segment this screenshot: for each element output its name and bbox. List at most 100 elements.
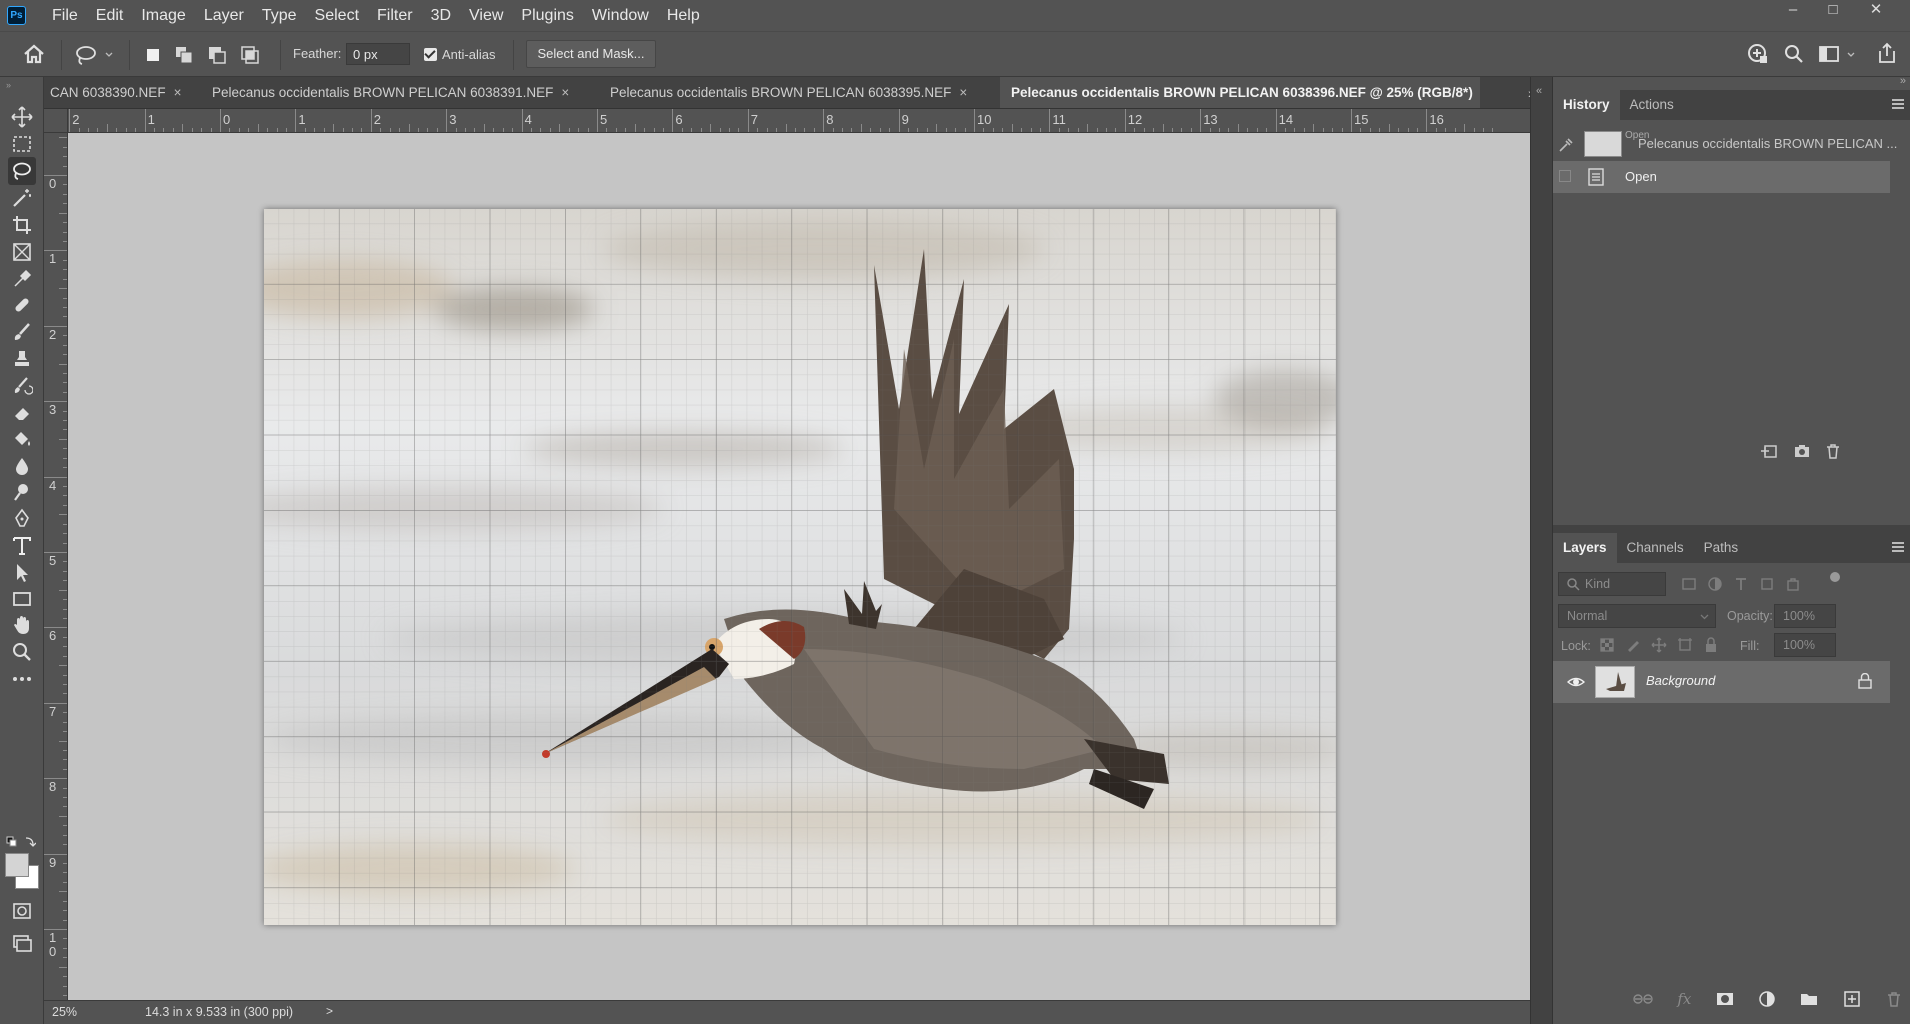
opacity-field[interactable]: 100% [1774, 604, 1836, 628]
new-document-from-state-button[interactable] [1758, 440, 1780, 462]
fill-field[interactable]: 100% [1774, 633, 1836, 657]
share-button[interactable] [1876, 41, 1898, 65]
marquee-tool[interactable] [8, 130, 36, 158]
healing-brush-tool[interactable] [8, 291, 36, 319]
layer-row[interactable]: Background [1553, 661, 1890, 703]
frame-tool[interactable] [8, 238, 36, 266]
new-group-icon[interactable] [1800, 991, 1818, 1007]
history-source-box[interactable] [1559, 170, 1571, 182]
menu-select[interactable]: Select [306, 0, 368, 31]
intersect-selection-button[interactable] [240, 45, 260, 65]
menu-image[interactable]: Image [132, 0, 194, 31]
filter-toggle[interactable] [1830, 572, 1840, 582]
foreground-color-swatch[interactable] [5, 853, 29, 877]
zoom-tool[interactable] [8, 638, 36, 666]
eye-icon[interactable] [1567, 673, 1585, 691]
menu-type[interactable]: Type [253, 0, 306, 31]
new-layer-icon[interactable] [1843, 990, 1861, 1008]
zoom-level-field[interactable]: 25% [52, 1004, 102, 1021]
delete-state-button[interactable] [1822, 440, 1844, 462]
document-tab[interactable]: Pelecanus occidentalis BROWN PELICAN 603… [212, 77, 606, 108]
menu-3d[interactable]: 3D [422, 0, 460, 31]
ruler-origin[interactable] [44, 109, 68, 133]
history-state[interactable]: Open [1553, 161, 1890, 193]
tab-layers[interactable]: Layers [1553, 533, 1617, 563]
add-mask-icon[interactable] [1716, 991, 1734, 1007]
hand-tool[interactable] [8, 611, 36, 639]
lasso-tool[interactable] [8, 157, 36, 185]
rectangle-tool[interactable] [8, 585, 36, 613]
horizontal-ruler[interactable]: 2 1 0 1 2 3 4 5 6 7 8 9 10 11 12 13 14 15 16 [68, 109, 1530, 133]
history-brush-tool[interactable] [8, 372, 36, 400]
filter-smart-object-icon[interactable] [1785, 576, 1801, 592]
crop-tool[interactable] [8, 211, 36, 239]
menu-view[interactable]: View [460, 0, 512, 31]
subtract-selection-button[interactable] [207, 45, 227, 65]
menu-filter[interactable]: Filter [368, 0, 422, 31]
minimize-button[interactable]: – [1772, 0, 1814, 22]
lock-all-icon[interactable] [1703, 637, 1719, 653]
screen-mode-button[interactable] [8, 929, 36, 957]
history-snapshot[interactable]: Open Pelecanus occidentalis BROWN PELICA… [1553, 128, 1897, 160]
filter-shape-icon[interactable] [1759, 576, 1775, 592]
collapse-panels-icon[interactable]: « [1536, 85, 1542, 97]
cloud-docs-button[interactable] [1747, 43, 1769, 65]
brush-tool[interactable] [8, 318, 36, 346]
vertical-ruler[interactable]: 101234567891 0 [44, 133, 68, 1000]
filter-adjustment-icon[interactable] [1707, 576, 1723, 592]
filter-type-icon[interactable] [1733, 576, 1749, 592]
menu-plugins[interactable]: Plugins [512, 0, 582, 31]
workspace-switcher[interactable] [1818, 43, 1858, 65]
document-tab[interactable]: CAN 6038390.NEF × [50, 77, 194, 108]
lock-transparent-pixels-icon[interactable] [1599, 637, 1615, 653]
blur-tool[interactable] [8, 452, 36, 480]
link-layers-icon[interactable] [1633, 991, 1653, 1007]
clone-stamp-tool[interactable] [8, 345, 36, 373]
new-snapshot-button[interactable] [1791, 440, 1813, 462]
menu-edit[interactable]: Edit [87, 0, 133, 31]
select-and-mask-button[interactable]: Select and Mask... [526, 40, 656, 68]
lock-image-pixels-icon[interactable] [1625, 637, 1641, 653]
menu-window[interactable]: Window [583, 0, 658, 31]
panel-menu-icon[interactable] [1892, 99, 1904, 101]
tab-paths[interactable]: Paths [1694, 533, 1749, 563]
lock-position-icon[interactable] [1651, 637, 1667, 653]
document-size-info[interactable]: 14.3 in x 9.533 in (300 ppi) [145, 1005, 293, 1019]
path-selection-tool[interactable] [8, 559, 36, 587]
dodge-tool[interactable] [8, 478, 36, 506]
menu-help[interactable]: Help [658, 0, 709, 31]
tab-actions[interactable]: Actions [1620, 90, 1684, 120]
home-button[interactable] [21, 42, 47, 66]
adjustment-layer-icon[interactable] [1758, 990, 1776, 1008]
new-selection-button[interactable] [143, 45, 163, 65]
layer-style-fx-icon[interactable]: fx [1677, 990, 1691, 1008]
panel-menu-icon[interactable] [1892, 542, 1904, 544]
tab-channels[interactable]: Channels [1617, 533, 1694, 563]
status-menu-arrow[interactable]: > [326, 1004, 333, 1018]
paint-bucket-tool[interactable] [8, 425, 36, 453]
delete-layer-icon[interactable] [1885, 990, 1903, 1008]
collapse-toolbar-icon[interactable]: » [6, 80, 11, 90]
eraser-tool[interactable] [8, 399, 36, 427]
maximize-button[interactable]: □ [1812, 0, 1854, 22]
eyedropper-tool[interactable] [8, 265, 36, 293]
filter-pixel-icon[interactable] [1681, 576, 1697, 592]
antialias-checkbox[interactable] [424, 48, 437, 61]
color-swap-controls[interactable] [6, 834, 37, 850]
quick-mask-button[interactable] [8, 897, 36, 925]
layer-name[interactable]: Background [1646, 673, 1715, 688]
close-window-button[interactable]: ✕ [1855, 0, 1897, 22]
tool-preset-picker[interactable] [74, 43, 118, 67]
document-tab[interactable]: Pelecanus occidentalis BROWN PELICAN 603… [610, 77, 1014, 108]
close-tab-icon[interactable]: × [561, 85, 569, 100]
type-tool[interactable] [8, 532, 36, 560]
blend-mode-select[interactable]: Normal [1558, 604, 1716, 628]
feather-input[interactable]: 0 px [346, 43, 410, 65]
add-selection-button[interactable] [174, 45, 194, 65]
more-tools[interactable] [8, 665, 36, 693]
lock-artboard-icon[interactable] [1677, 637, 1693, 653]
close-tab-icon[interactable]: × [174, 85, 182, 100]
menu-file[interactable]: File [43, 0, 87, 31]
search-button[interactable] [1783, 43, 1805, 65]
document-canvas[interactable] [264, 209, 1336, 925]
